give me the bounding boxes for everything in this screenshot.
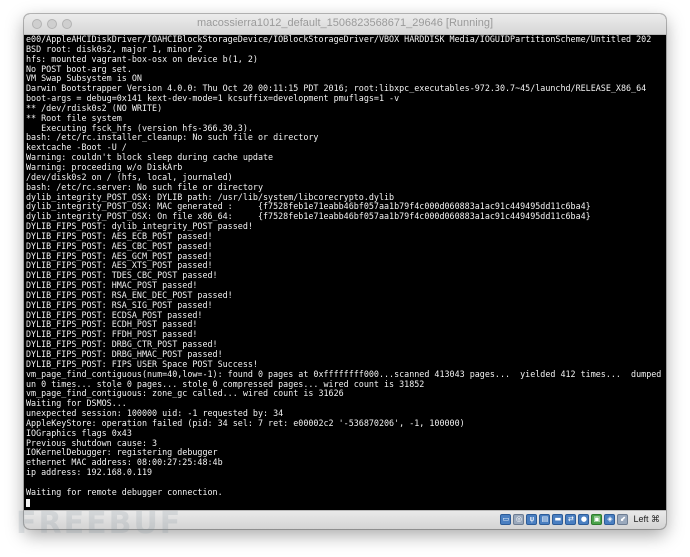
vm-console-screen[interactable]: e00/AppleAHCIDiskDriver/IOAHCIBlockStora…: [24, 35, 666, 511]
usb-icon[interactable]: ψ: [526, 514, 538, 525]
watermark: FREEBUF: [16, 506, 183, 541]
arrow-icon[interactable]: ⬋: [617, 514, 629, 525]
title-bar: macossierra1012_default_1506823568671_29…: [24, 14, 666, 35]
optical-drive-icon[interactable]: ◎: [513, 514, 525, 525]
recording-icon[interactable]: ●: [578, 514, 590, 525]
vm-window: macossierra1012_default_1506823568671_29…: [24, 14, 666, 529]
mouse-capture-icon[interactable]: ◈: [604, 514, 616, 525]
network-icon[interactable]: ⇄: [565, 514, 577, 525]
host-key-label: Left ⌘: [633, 514, 660, 524]
status-icons: ▭ ◎ ψ ▤ ▬ ⇄ ● ▣ ◈ ⬋ Left ⌘: [500, 514, 660, 525]
display-icon[interactable]: ▬: [552, 514, 564, 525]
console-line: ip address: 192.168.0.119: [26, 467, 153, 478]
cpu-icon[interactable]: ▣: [591, 514, 603, 525]
console-line: Waiting for remote debugger connection.: [26, 486, 223, 497]
shared-folder-icon[interactable]: ▤: [539, 514, 551, 525]
console-line: ** /dev/rdisk0s2 (NO WRITE): [26, 102, 163, 113]
hdd-icon[interactable]: ▭: [500, 514, 512, 525]
window-title: macossierra1012_default_1506823568671_29…: [196, 17, 494, 29]
